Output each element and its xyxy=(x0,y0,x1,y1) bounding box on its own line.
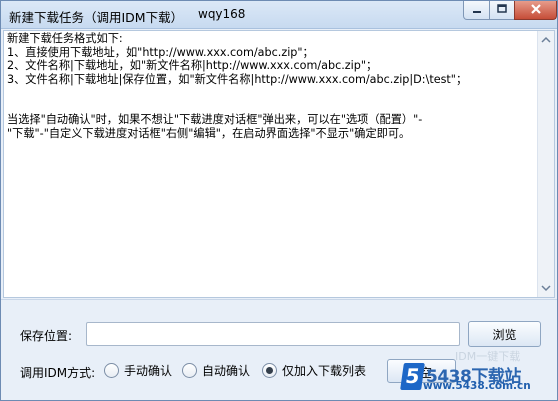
watermark-logo: 5 xyxy=(400,363,425,390)
idm-mode-label: 调用IDM方式: xyxy=(20,366,96,380)
browse-button[interactable]: 浏览 xyxy=(468,321,541,347)
scroll-down-icon[interactable] xyxy=(541,283,551,293)
save-location-label: 保存位置: xyxy=(20,329,73,343)
radio-indicator[interactable] xyxy=(182,363,197,378)
save-location-input[interactable] xyxy=(86,322,460,346)
minimize-icon xyxy=(472,11,481,13)
instruction-line: 2、文件名称|下载地址，如"新文件名称|http://www.xxx.com/a… xyxy=(7,59,378,72)
radio-indicator[interactable] xyxy=(104,363,119,378)
instruction-line xyxy=(7,100,549,114)
watermark-site-url: www.5438.com.cn xyxy=(423,380,531,392)
radio-auto-confirm[interactable]: 自动确认 xyxy=(182,362,250,379)
instruction-line: 新建下载任务格式如下: xyxy=(7,32,123,45)
maximize-icon xyxy=(497,4,507,13)
radio-label: 自动确认 xyxy=(202,364,251,378)
radio-manual-confirm[interactable]: 手动确认 xyxy=(104,362,172,379)
new-download-task-dialog: 新建下载任务（调用IDM下载） wqy168 新建下载任务格式如下: 1、直接使… xyxy=(0,0,558,401)
instructions-text: 新建下载任务格式如下: 1、直接使用下载地址，如"http://www.xxx.… xyxy=(7,32,549,140)
radio-indicator[interactable] xyxy=(262,363,277,378)
radio-label: 手动确认 xyxy=(124,364,173,378)
scroll-up-icon[interactable] xyxy=(541,35,551,45)
maximize-button[interactable] xyxy=(489,1,515,20)
instruction-line xyxy=(7,86,549,100)
title-username: wqy168 xyxy=(198,7,246,21)
options-panel: 保存位置: 浏览 调用IDM方式: 手动确认 自动确认 仅加入下载列表 空 5 … xyxy=(1,299,557,400)
instruction-line: 3、文件名称|下载地址|保存位置，如"新文件名称|http://www.xxx.… xyxy=(7,72,468,86)
instruction-line: 当选择"自动确认"时，如果不想让"下载进度对话框"弹出来，可以在"选项（配置）"… xyxy=(7,113,423,126)
title-bar[interactable]: 新建下载任务（调用IDM下载） wqy168 xyxy=(1,1,557,29)
radio-add-to-list-only[interactable]: 仅加入下载列表 xyxy=(262,362,366,379)
window-title: 新建下载任务（调用IDM下载） xyxy=(9,10,184,25)
vertical-scrollbar[interactable] xyxy=(537,31,554,297)
close-button[interactable] xyxy=(514,1,557,20)
radio-label: 仅加入下载列表 xyxy=(282,364,367,378)
download-url-textarea[interactable]: 新建下载任务格式如下: 1、直接使用下载地址，如"http://www.xxx.… xyxy=(3,30,555,298)
instruction-line: "下载"-"自定义下载进度对话框"右侧"编辑"，在启动界面选择"不显示"确定即可… xyxy=(7,126,411,140)
close-icon xyxy=(530,4,541,14)
minimize-button[interactable] xyxy=(463,1,490,20)
instruction-line: 1、直接使用下载地址，如"http://www.xxx.com/abc.zip"… xyxy=(7,45,314,59)
